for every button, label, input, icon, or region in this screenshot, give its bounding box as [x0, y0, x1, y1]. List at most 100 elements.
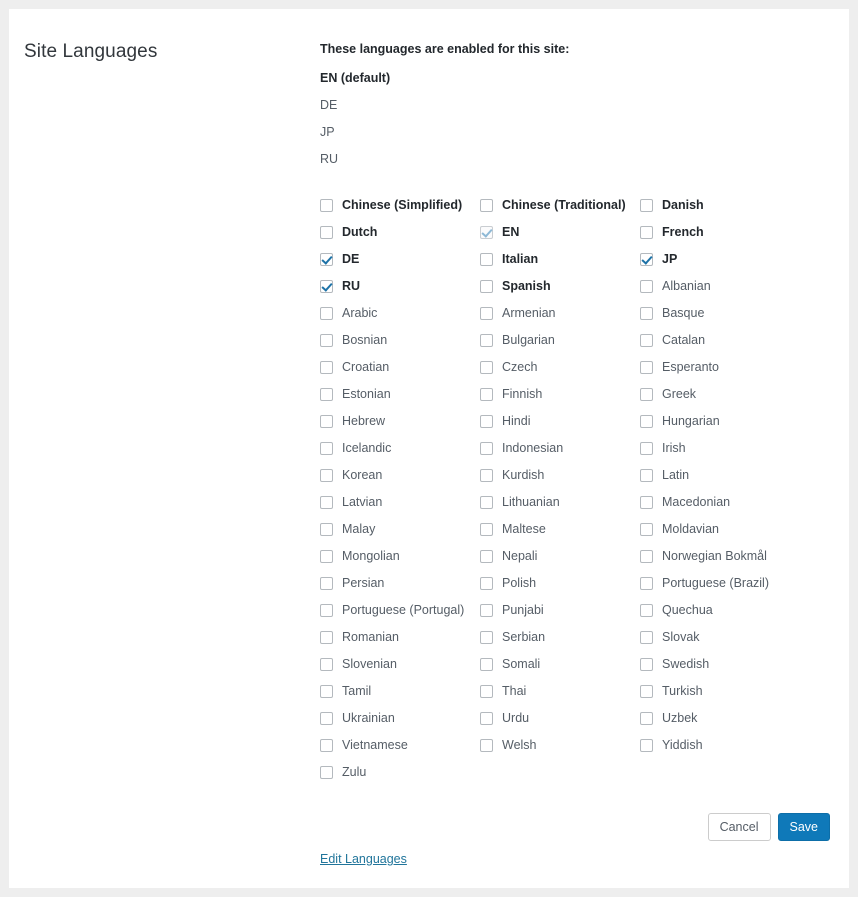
checkbox-icon[interactable]: [640, 280, 653, 293]
language-option[interactable]: Turkish: [640, 683, 800, 699]
language-option[interactable]: Yiddish: [640, 737, 800, 753]
language-option[interactable]: Polish: [480, 575, 640, 591]
checkbox-icon[interactable]: [480, 739, 493, 752]
language-option[interactable]: Finnish: [480, 386, 640, 402]
language-option[interactable]: Dutch: [320, 224, 480, 240]
language-option[interactable]: Latvian: [320, 494, 480, 510]
checkbox-icon[interactable]: [480, 604, 493, 617]
language-option[interactable]: Portuguese (Portugal): [320, 602, 480, 618]
checkbox-icon[interactable]: [480, 469, 493, 482]
checkbox-icon[interactable]: [640, 442, 653, 455]
checkbox-icon[interactable]: [480, 280, 493, 293]
language-option[interactable]: Portuguese (Brazil): [640, 575, 800, 591]
checkbox-icon[interactable]: [320, 388, 333, 401]
checkbox-icon[interactable]: [640, 712, 653, 725]
checkbox-icon[interactable]: [320, 523, 333, 536]
language-option[interactable]: Basque: [640, 305, 800, 321]
checkbox-icon[interactable]: [320, 442, 333, 455]
language-option[interactable]: Spanish: [480, 278, 640, 294]
language-option[interactable]: Chinese (Simplified): [320, 197, 480, 213]
checkbox-icon[interactable]: [640, 388, 653, 401]
language-option[interactable]: Korean: [320, 467, 480, 483]
checkbox-icon[interactable]: [640, 685, 653, 698]
checkbox-icon[interactable]: [480, 550, 493, 563]
language-option[interactable]: Macedonian: [640, 494, 800, 510]
language-option[interactable]: Czech: [480, 359, 640, 375]
language-option[interactable]: Romanian: [320, 629, 480, 645]
checkbox-icon[interactable]: [480, 658, 493, 671]
edit-languages-link[interactable]: Edit Languages: [320, 852, 407, 866]
language-option[interactable]: Ukrainian: [320, 710, 480, 726]
checkbox-icon[interactable]: [320, 226, 333, 239]
checkbox-icon[interactable]: [320, 550, 333, 563]
language-option[interactable]: Vietnamese: [320, 737, 480, 753]
language-option[interactable]: Persian: [320, 575, 480, 591]
checkbox-icon[interactable]: [640, 523, 653, 536]
language-option[interactable]: Swedish: [640, 656, 800, 672]
checkbox-icon[interactable]: [640, 577, 653, 590]
checkbox-icon[interactable]: [480, 685, 493, 698]
language-option[interactable]: Slovak: [640, 629, 800, 645]
language-option[interactable]: Hungarian: [640, 413, 800, 429]
checkbox-icon[interactable]: [640, 496, 653, 509]
language-option[interactable]: Slovenian: [320, 656, 480, 672]
checkbox-icon[interactable]: [480, 442, 493, 455]
language-option[interactable]: Moldavian: [640, 521, 800, 537]
checkbox-icon[interactable]: [640, 415, 653, 428]
checkbox-icon[interactable]: [320, 334, 333, 347]
language-option[interactable]: Latin: [640, 467, 800, 483]
language-option[interactable]: RU: [320, 278, 480, 294]
checkbox-icon[interactable]: [480, 577, 493, 590]
checkbox-icon[interactable]: [320, 739, 333, 752]
language-option[interactable]: Hebrew: [320, 413, 480, 429]
language-option[interactable]: JP: [640, 251, 800, 267]
checkbox-icon[interactable]: [320, 415, 333, 428]
checkbox-icon[interactable]: [320, 199, 333, 212]
language-option[interactable]: Welsh: [480, 737, 640, 753]
language-option[interactable]: French: [640, 224, 800, 240]
language-option[interactable]: Serbian: [480, 629, 640, 645]
checkbox-icon[interactable]: [640, 226, 653, 239]
checkbox-icon[interactable]: [480, 253, 493, 266]
language-option[interactable]: Indonesian: [480, 440, 640, 456]
language-option[interactable]: Esperanto: [640, 359, 800, 375]
language-option[interactable]: EN: [480, 224, 640, 240]
checkbox-icon[interactable]: [320, 496, 333, 509]
language-option[interactable]: Bosnian: [320, 332, 480, 348]
language-option[interactable]: Mongolian: [320, 548, 480, 564]
checkbox-icon[interactable]: [480, 631, 493, 644]
language-option[interactable]: Irish: [640, 440, 800, 456]
checkbox-icon[interactable]: [640, 334, 653, 347]
language-option[interactable]: Icelandic: [320, 440, 480, 456]
language-option[interactable]: Lithuanian: [480, 494, 640, 510]
language-option[interactable]: Albanian: [640, 278, 800, 294]
language-option[interactable]: DE: [320, 251, 480, 267]
checkbox-icon[interactable]: [640, 739, 653, 752]
language-option[interactable]: Estonian: [320, 386, 480, 402]
save-button[interactable]: Save: [778, 813, 831, 841]
language-option[interactable]: Armenian: [480, 305, 640, 321]
checkbox-icon[interactable]: [320, 577, 333, 590]
language-option[interactable]: Maltese: [480, 521, 640, 537]
checkbox-icon[interactable]: [640, 604, 653, 617]
language-option[interactable]: Malay: [320, 521, 480, 537]
language-option[interactable]: Urdu: [480, 710, 640, 726]
checkbox-icon[interactable]: [320, 469, 333, 482]
language-option[interactable]: Arabic: [320, 305, 480, 321]
language-option[interactable]: Bulgarian: [480, 332, 640, 348]
language-option[interactable]: Chinese (Traditional): [480, 197, 640, 213]
checkbox-icon[interactable]: [320, 361, 333, 374]
checkbox-icon[interactable]: [640, 253, 653, 266]
language-option[interactable]: Tamil: [320, 683, 480, 699]
language-option[interactable]: Quechua: [640, 602, 800, 618]
language-option[interactable]: Hindi: [480, 413, 640, 429]
checkbox-icon[interactable]: [320, 685, 333, 698]
language-option[interactable]: Danish: [640, 197, 800, 213]
checkbox-icon[interactable]: [640, 199, 653, 212]
language-option[interactable]: Catalan: [640, 332, 800, 348]
checkbox-icon[interactable]: [320, 604, 333, 617]
checkbox-icon[interactable]: [480, 361, 493, 374]
language-option[interactable]: Norwegian Bokmål: [640, 548, 800, 564]
cancel-button[interactable]: Cancel: [708, 813, 771, 841]
language-option[interactable]: Italian: [480, 251, 640, 267]
